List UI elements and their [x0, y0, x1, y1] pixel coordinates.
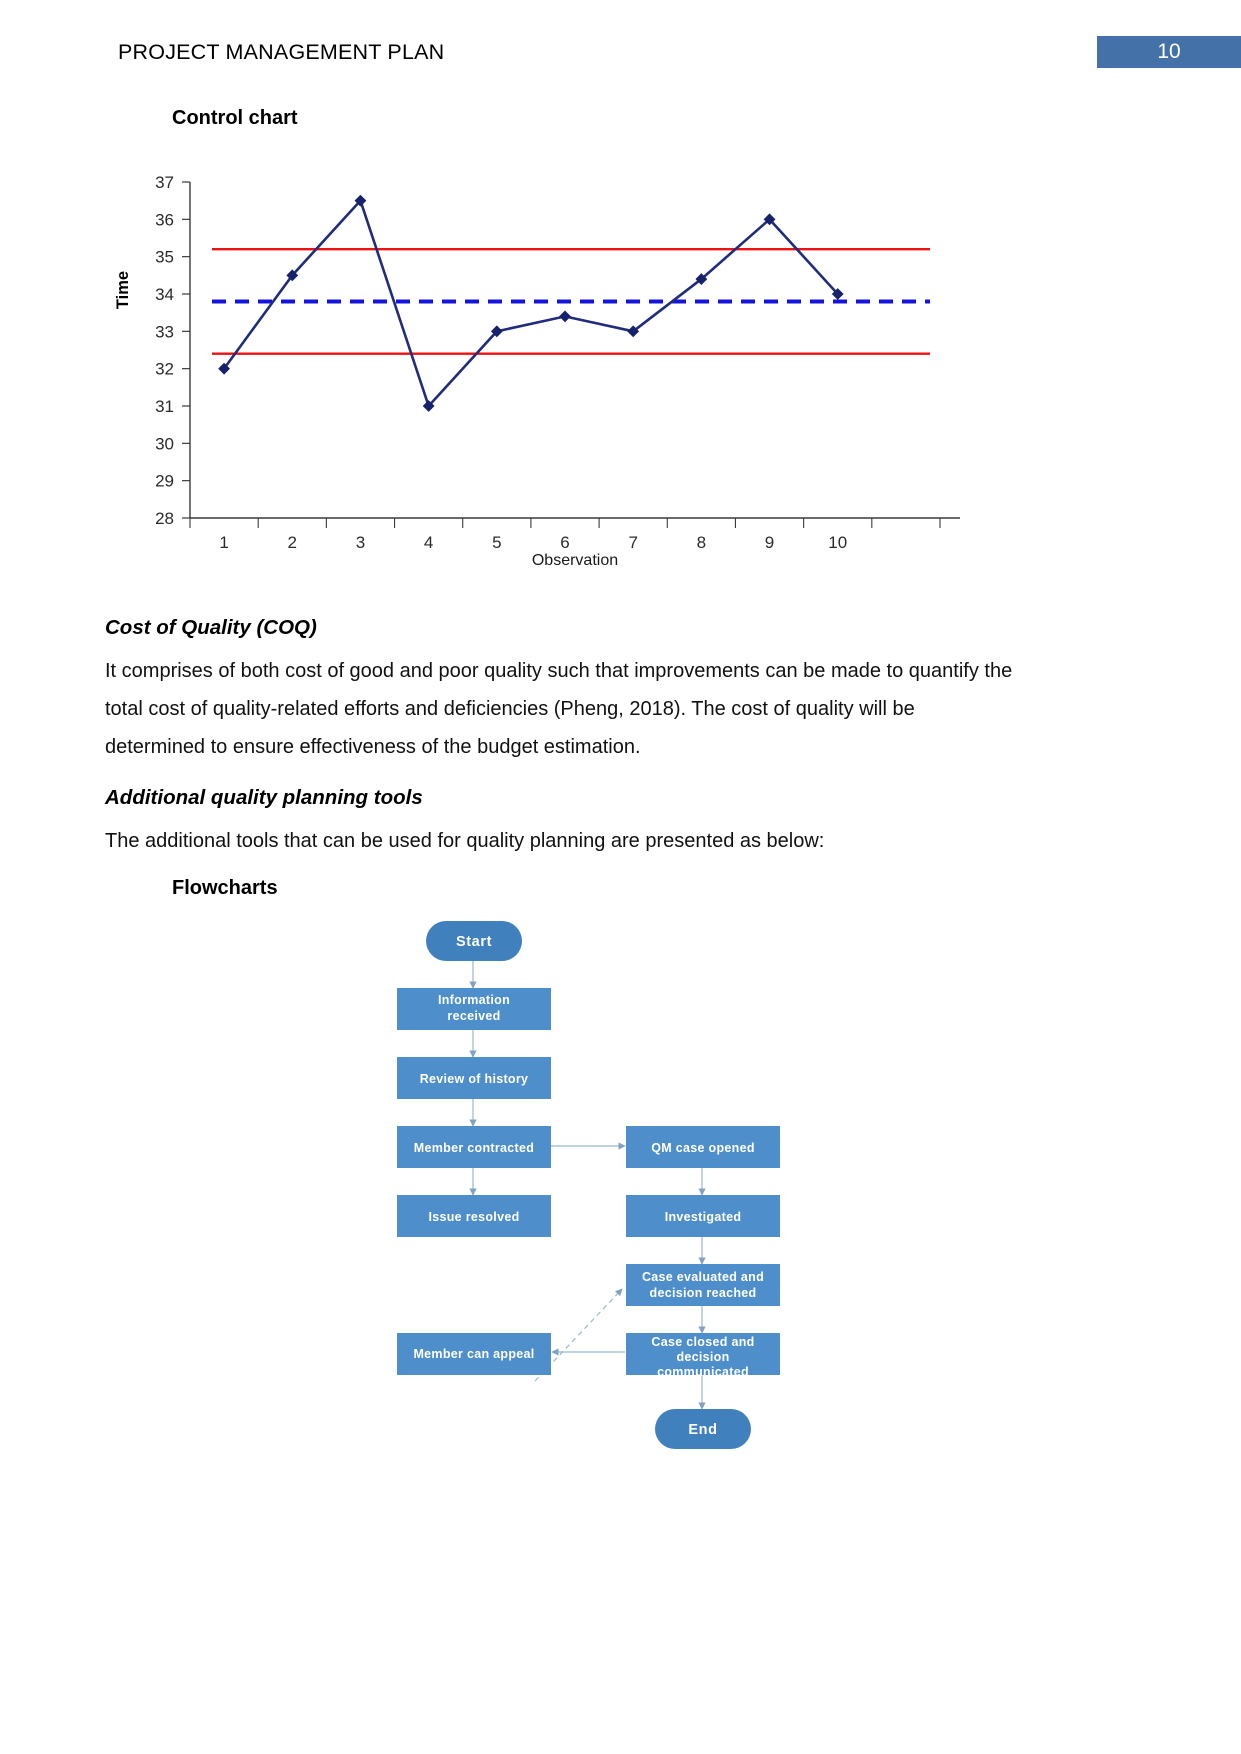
- heading-control-chart: Control chart: [172, 107, 298, 129]
- document-header-title: PROJECT MANAGEMENT PLAN: [118, 40, 445, 64]
- flow-node-case-closed-label-line2: decision: [676, 1350, 729, 1364]
- flow-node-member-contracted-label: Member contracted: [414, 1141, 534, 1155]
- flow-node-investigated[interactable]: Investigated: [626, 1195, 780, 1237]
- y-axis-tick-label: 37: [155, 173, 174, 192]
- x-axis-tick-label: 2: [288, 533, 297, 552]
- flow-node-case-closed[interactable]: Case closed and decision communicated: [626, 1333, 780, 1379]
- flowchart-figure: Start Information received Review of his…: [330, 915, 910, 1460]
- x-axis-tick-label: 9: [765, 533, 774, 552]
- x-axis-tick-label: 7: [628, 533, 637, 552]
- flow-node-member-can-appeal-label: Member can appeal: [413, 1347, 534, 1361]
- control-chart-figure: 28 29 30 31 32 33 34 35 36 37 1 2 3 4 5 6 7 8 9 10 Time Ob…: [100, 160, 1000, 590]
- x-axis-tick-label: 1: [219, 533, 228, 552]
- flow-node-member-contracted[interactable]: Member contracted: [397, 1126, 551, 1168]
- flow-node-end-label: End: [688, 1422, 717, 1438]
- heading-additional-quality-planning-tools: Additional quality planning tools: [105, 786, 423, 809]
- control-limit-lines: [212, 247, 930, 355]
- y-axis-tick-label: 28: [155, 509, 174, 528]
- heading-flowcharts: Flowcharts: [172, 877, 278, 899]
- flow-node-review-of-history-label: Review of history: [420, 1072, 529, 1086]
- flow-node-qm-case-opened[interactable]: QM case opened: [626, 1126, 780, 1168]
- flow-node-case-closed-label-line1: Case closed and: [651, 1335, 754, 1349]
- paragraph-cost-of-quality: It comprises of both cost of good and po…: [105, 660, 1013, 758]
- flow-node-issue-resolved[interactable]: Issue resolved: [397, 1195, 551, 1237]
- x-axis-title: Observation: [532, 552, 618, 569]
- y-axis-tick-label: 32: [155, 360, 174, 379]
- x-axis: 1 2 3 4 5 6 7 8 9 10: [189, 517, 960, 552]
- control-chart-svg: 28293031323334353637 1 2 3 4 5 6 7 8 9 10 Time Ob…: [114, 173, 960, 569]
- flow-node-case-evaluated[interactable]: Case evaluated and decision reached: [626, 1264, 780, 1306]
- y-axis-tick-labels: 28 29 30 31 32 33 34 35 36 37: [155, 173, 174, 528]
- flow-node-investigated-label: Investigated: [665, 1210, 742, 1224]
- x-axis-tick-label: 6: [560, 533, 569, 552]
- y-axis-tick-label: 34: [155, 285, 174, 304]
- x-axis-tick-label: 8: [697, 533, 706, 552]
- flow-node-qm-case-opened-label: QM case opened: [651, 1141, 755, 1155]
- y-axis-ticks: [182, 181, 190, 519]
- flow-node-information-received-label-line1: Information: [438, 993, 510, 1007]
- flow-node-end[interactable]: End: [655, 1409, 751, 1449]
- y-axis-tick-label: 36: [155, 210, 174, 229]
- page-header: PROJECT MANAGEMENT PLAN 10: [0, 36, 1241, 78]
- x-axis-tick-label: 3: [356, 533, 365, 552]
- x-axis-tick-label: 5: [492, 533, 501, 552]
- data-point-marker[interactable]: [559, 310, 571, 323]
- heading-cost-of-quality: Cost of Quality (COQ): [105, 616, 317, 639]
- y-axis-tick-label: 35: [155, 248, 174, 267]
- paragraph-additional-quality-planning-tools: The additional tools that can be used fo…: [105, 830, 825, 852]
- page-number-badge: 10: [1097, 36, 1241, 68]
- flow-node-start-label: Start: [456, 934, 492, 950]
- page-number-label: 10: [1157, 40, 1181, 63]
- flow-node-information-received-label-line2: received: [447, 1009, 500, 1023]
- y-axis-tick-label: 31: [155, 397, 174, 416]
- y-axis-tick-label: 33: [155, 322, 174, 341]
- x-axis-tick-label: 4: [424, 533, 433, 552]
- x-axis-tick-label: 10: [828, 533, 847, 552]
- y-axis: 28 29 30 31 32 33 34 35 36 37: [155, 173, 191, 528]
- flow-node-case-evaluated-label-line1: Case evaluated and: [642, 1270, 764, 1284]
- flow-node-member-can-appeal[interactable]: Member can appeal: [397, 1333, 551, 1375]
- flow-node-review-of-history[interactable]: Review of history: [397, 1057, 551, 1099]
- flow-node-case-closed-label-line3: communicated: [657, 1365, 749, 1379]
- y-axis-title: Time: [114, 271, 132, 309]
- flowchart-svg: Start Information received Review of his…: [397, 921, 780, 1449]
- flow-node-case-evaluated-label-line2: decision reached: [650, 1286, 757, 1300]
- y-axis-tick-label: 29: [155, 472, 174, 491]
- x-axis-ticks: [189, 518, 941, 528]
- flow-node-information-received[interactable]: Information received: [397, 988, 551, 1030]
- y-axis-tick-label: 30: [155, 434, 174, 453]
- flow-node-issue-resolved-label: Issue resolved: [428, 1210, 519, 1224]
- flow-node-start[interactable]: Start: [426, 921, 522, 961]
- x-axis-tick-labels: 1 2 3 4 5 6 7 8 9 10: [219, 533, 847, 552]
